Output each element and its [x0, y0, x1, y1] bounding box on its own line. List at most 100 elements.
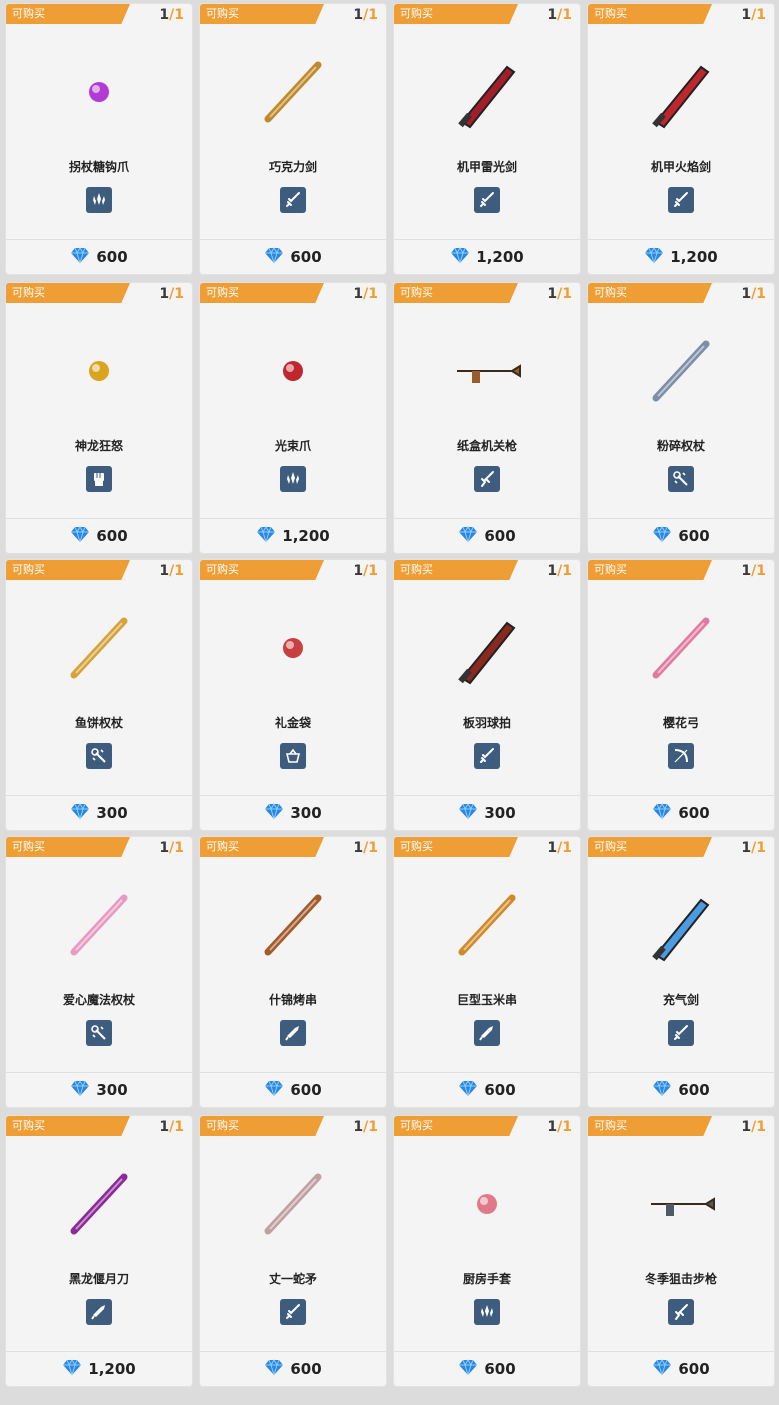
- price-button[interactable]: 300: [6, 1075, 192, 1105]
- price-button[interactable]: 600: [6, 521, 192, 551]
- basket-icon: [280, 743, 306, 769]
- gem-icon: [450, 245, 470, 269]
- shop-item-card[interactable]: 可购买 1/1 神龙狂怒 600: [6, 283, 192, 553]
- shop-item-card[interactable]: 可购买 1/1 机甲雷光剑 1,200: [394, 4, 580, 274]
- divider: [6, 1351, 192, 1352]
- divider: [394, 1351, 580, 1352]
- gem-icon: [652, 801, 672, 825]
- item-name: 什锦烤串: [268, 993, 317, 1007]
- divider: [588, 239, 774, 240]
- purchasable-tag: 可购买: [588, 283, 712, 303]
- divider: [200, 239, 386, 240]
- divider: [6, 795, 192, 796]
- stock-count: 1/1: [353, 1119, 378, 1135]
- item-image: [200, 311, 386, 431]
- price-value: 600: [678, 527, 710, 545]
- shop-item-card[interactable]: 可购买 1/1 巧克力剑 600: [200, 4, 386, 274]
- price-button[interactable]: 300: [200, 798, 386, 828]
- price-value: 1,200: [670, 248, 718, 266]
- item-image: [6, 1144, 192, 1264]
- stock-count: 1/1: [353, 840, 378, 856]
- item-image: [200, 865, 386, 985]
- staff-icon: [668, 466, 694, 492]
- purchasable-tag: 可购买: [394, 4, 518, 24]
- stock-count: 1/1: [741, 840, 766, 856]
- price-button[interactable]: 1,200: [588, 242, 774, 272]
- price-button[interactable]: 1,200: [394, 242, 580, 272]
- stock-count: 1/1: [741, 1119, 766, 1135]
- shop-item-card[interactable]: 可购买 1/1 礼金袋 300: [200, 560, 386, 830]
- gem-icon: [70, 245, 90, 269]
- shop-item-card[interactable]: 可购买 1/1 充气剑 600: [588, 837, 774, 1107]
- price-button[interactable]: 600: [588, 798, 774, 828]
- shop-item-card[interactable]: 可购买 1/1 纸盒机关枪 600: [394, 283, 580, 553]
- price-button[interactable]: 600: [200, 1354, 386, 1384]
- shop-item-card[interactable]: 可购买 1/1 鱼饼权杖 300: [6, 560, 192, 830]
- price-button[interactable]: 600: [6, 242, 192, 272]
- claw-icon: [280, 466, 306, 492]
- item-image: [6, 588, 192, 708]
- price-value: 600: [484, 527, 516, 545]
- shop-item-card[interactable]: 可购买 1/1 光束爪 1,200: [200, 283, 386, 553]
- gem-icon: [256, 524, 276, 548]
- divider: [6, 1072, 192, 1073]
- divider: [200, 518, 386, 519]
- stock-count: 1/1: [741, 7, 766, 23]
- divider: [200, 1351, 386, 1352]
- price-button[interactable]: 600: [200, 1075, 386, 1105]
- stock-count: 1/1: [547, 563, 572, 579]
- shop-item-card[interactable]: 可购买 1/1 板羽球拍 300: [394, 560, 580, 830]
- stock-count: 1/1: [353, 7, 378, 23]
- price-value: 600: [484, 1081, 516, 1099]
- stock-count: 1/1: [159, 7, 184, 23]
- price-value: 1,200: [88, 1360, 136, 1378]
- purchasable-tag: 可购买: [394, 283, 518, 303]
- sword-icon: [668, 1020, 694, 1046]
- price-button[interactable]: 1,200: [200, 521, 386, 551]
- stock-count: 1/1: [159, 1119, 184, 1135]
- item-image: [588, 311, 774, 431]
- item-name: 巧克力剑: [268, 160, 317, 174]
- gem-icon: [264, 1078, 284, 1102]
- stock-count: 1/1: [547, 286, 572, 302]
- stock-count: 1/1: [159, 563, 184, 579]
- blade-icon: [280, 1020, 306, 1046]
- price-value: 300: [96, 804, 128, 822]
- price-button[interactable]: 300: [394, 798, 580, 828]
- shop-item-card[interactable]: 可购买 1/1 樱花弓 600: [588, 560, 774, 830]
- shop-item-card[interactable]: 可购买 1/1 爱心魔法权杖 300: [6, 837, 192, 1107]
- price-value: 300: [290, 804, 322, 822]
- shop-item-card[interactable]: 可购买 1/1 巨型玉米串 600: [394, 837, 580, 1107]
- shop-item-card[interactable]: 可购买 1/1 什锦烤串 600: [200, 837, 386, 1107]
- divider: [200, 795, 386, 796]
- shop-item-card[interactable]: 可购买 1/1 丈一蛇矛 600: [200, 1116, 386, 1386]
- stock-count: 1/1: [547, 1119, 572, 1135]
- price-button[interactable]: 600: [394, 1354, 580, 1384]
- shop-item-card[interactable]: 可购买 1/1 黑龙偃月刀 1,200: [6, 1116, 192, 1386]
- price-button[interactable]: 1,200: [6, 1354, 192, 1384]
- item-name: 神龙狂怒: [74, 439, 123, 453]
- price-button[interactable]: 600: [394, 1075, 580, 1105]
- item-name: 黑龙偃月刀: [68, 1272, 129, 1286]
- shop-item-card[interactable]: 可购买 1/1 拐杖糖钩爪 600: [6, 4, 192, 274]
- shop-item-card[interactable]: 可购买 1/1 厨房手套 600: [394, 1116, 580, 1386]
- item-image: [6, 865, 192, 985]
- price-button[interactable]: 600: [200, 242, 386, 272]
- price-button[interactable]: 600: [394, 521, 580, 551]
- shop-item-card[interactable]: 可购买 1/1 机甲火焰剑 1,200: [588, 4, 774, 274]
- price-button[interactable]: 600: [588, 521, 774, 551]
- price-button[interactable]: 600: [588, 1354, 774, 1384]
- stock-count: 1/1: [547, 840, 572, 856]
- price-value: 600: [290, 1081, 322, 1099]
- stock-count: 1/1: [547, 7, 572, 23]
- price-value: 300: [484, 804, 516, 822]
- claw-icon: [86, 187, 112, 213]
- price-value: 600: [96, 527, 128, 545]
- shop-item-card[interactable]: 可购买 1/1 冬季狙击步枪 600: [588, 1116, 774, 1386]
- price-button[interactable]: 600: [588, 1075, 774, 1105]
- purchasable-tag: 可购买: [6, 837, 130, 857]
- shop-item-card[interactable]: 可购买 1/1 粉碎权杖 600: [588, 283, 774, 553]
- purchasable-tag: 可购买: [200, 1116, 324, 1136]
- stock-count: 1/1: [353, 563, 378, 579]
- price-button[interactable]: 300: [6, 798, 192, 828]
